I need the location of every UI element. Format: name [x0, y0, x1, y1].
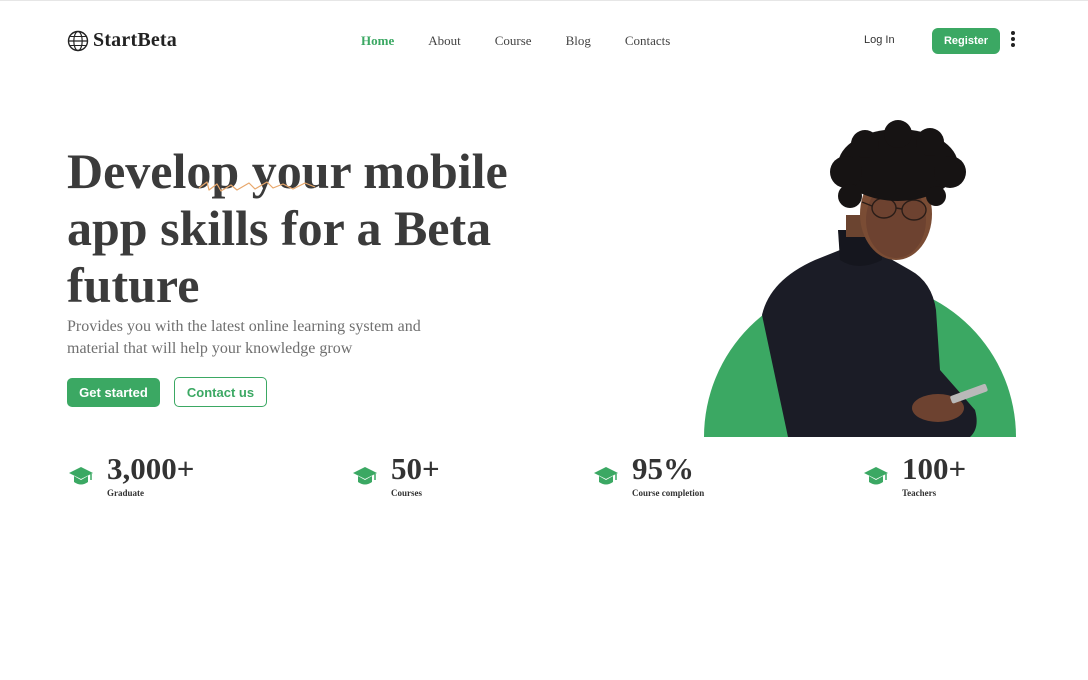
hero-headline: Develop your mobile app skills for a Bet…: [67, 143, 508, 313]
nav-link-contacts[interactable]: Contacts: [625, 33, 671, 49]
stat-label: Courses: [391, 488, 422, 498]
stat-teachers: 100+ Teachers: [863, 452, 966, 498]
stat-courses: 50+ Courses: [352, 452, 440, 498]
stat-label: Teachers: [902, 488, 937, 498]
register-button[interactable]: Register: [932, 28, 1000, 54]
stat-label: Graduate: [107, 488, 144, 498]
brand-name: StartBeta: [93, 29, 177, 51]
hero-portrait: [700, 110, 1020, 437]
graduation-cap-icon: [594, 467, 618, 485]
person-hair: [830, 120, 966, 208]
graduation-cap-icon: [353, 467, 377, 485]
login-link[interactable]: Log In: [864, 34, 895, 46]
main-menu: Home About Course Blog Contacts: [361, 33, 704, 49]
nav-link-course[interactable]: Course: [495, 33, 532, 49]
stat-graduate: 3,000+ Graduate: [68, 452, 194, 498]
contact-us-button[interactable]: Contact us: [174, 377, 267, 407]
nav-link-blog[interactable]: Blog: [566, 33, 591, 49]
stat-course-completion: 95% Course completion: [593, 452, 704, 498]
graduation-cap-icon: [864, 467, 888, 485]
nav-link-home[interactable]: Home: [361, 33, 394, 49]
stat-value: 95%: [632, 451, 694, 486]
stat-value: 50+: [391, 451, 440, 486]
globe-icon: [67, 30, 89, 52]
nav-link-about[interactable]: About: [428, 33, 461, 49]
top-navbar: StartBeta Home About Course Blog Contact…: [0, 0, 1088, 82]
graduation-cap-icon: [69, 467, 93, 485]
get-started-button[interactable]: Get started: [67, 378, 160, 407]
hero-subtext: Provides you with the latest online lear…: [67, 318, 421, 357]
squiggle-decoration: [198, 181, 316, 192]
stat-value: 3,000+: [107, 451, 195, 486]
stat-label: Course completion: [632, 488, 705, 498]
stat-value: 100+: [902, 451, 967, 486]
kebab-menu-icon[interactable]: [1008, 31, 1018, 49]
brand-logo[interactable]: StartBeta: [67, 29, 177, 52]
